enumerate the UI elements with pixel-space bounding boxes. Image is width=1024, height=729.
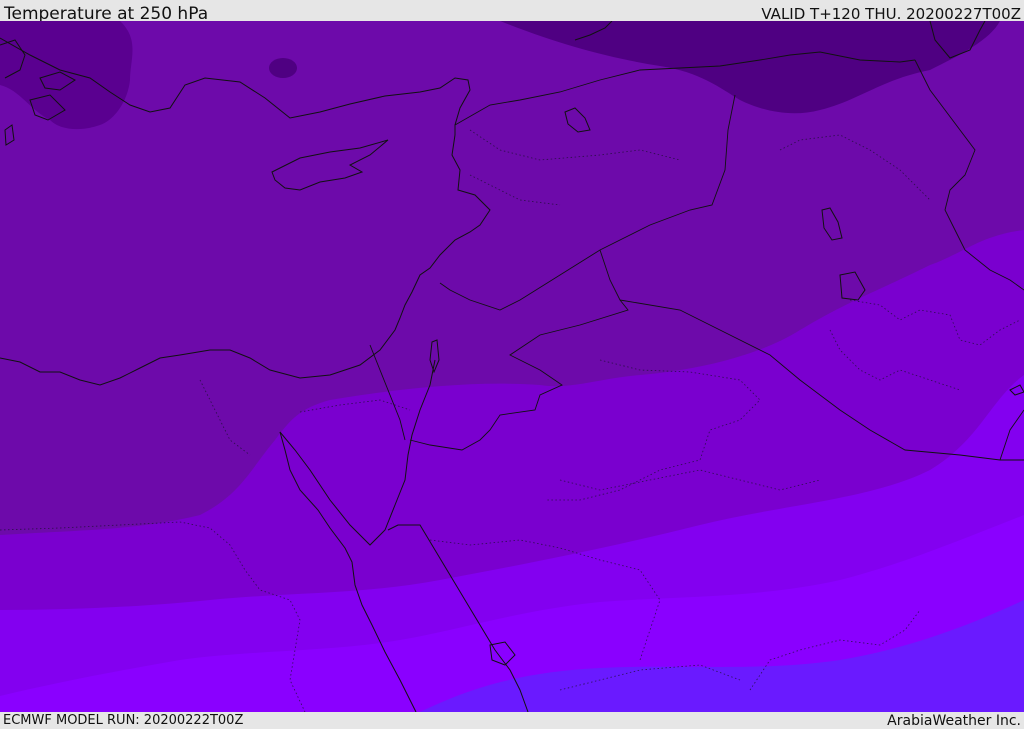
temperature-bands bbox=[0, 21, 1024, 712]
cold-pocket bbox=[269, 58, 297, 78]
footer-bar: ECMWF MODEL RUN: 20200222T00Z ArabiaWeat… bbox=[0, 712, 1024, 729]
forecast-map-view: Temperature at 250 hPa VALID T+120 THU. … bbox=[0, 0, 1024, 729]
header-bar: Temperature at 250 hPa VALID T+120 THU. … bbox=[0, 0, 1024, 24]
temperature-map bbox=[0, 21, 1024, 712]
credit-label: ArabiaWeather Inc. bbox=[887, 713, 1021, 729]
model-run-label: ECMWF MODEL RUN: 20200222T00Z bbox=[3, 713, 244, 728]
